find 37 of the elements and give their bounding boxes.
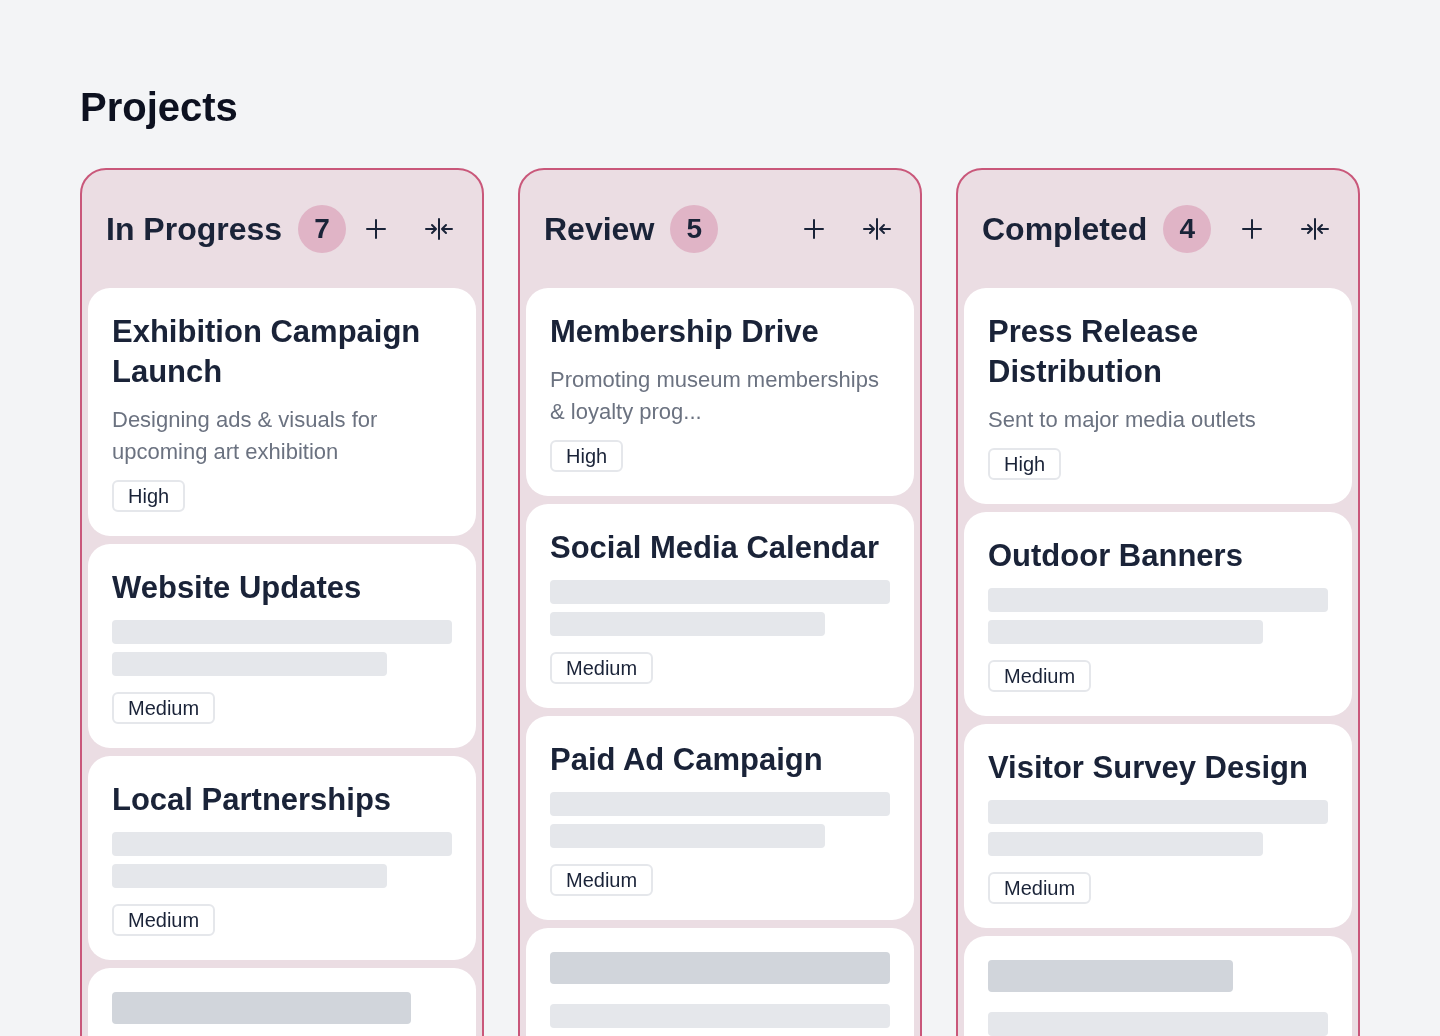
card-title: Exhibition Campaign Launch [112, 313, 422, 391]
task-card[interactable]: Paid Ad Campaign Medium [526, 716, 914, 920]
page-title: Projects [80, 84, 239, 131]
card-title: Paid Ad Campaign [550, 741, 823, 779]
task-card[interactable]: Press Release Distribution Sent to major media outlets High [964, 288, 1352, 504]
card-title: Social Media Calendar [550, 529, 880, 567]
priority-tag: High [112, 480, 186, 512]
task-card[interactable]: Local Partnerships Medium [88, 756, 476, 960]
card-title: Visitor Survey Design [988, 749, 1308, 787]
priority-tag: High [550, 440, 624, 472]
task-card[interactable]: Membership Drive Promoting museum memberships & loyalty prog... High [526, 288, 914, 496]
task-card[interactable]: Outdoor Banners Medium [964, 512, 1352, 716]
task-card[interactable]: Social Media Calendar Medium [526, 504, 914, 708]
column-title: Review [544, 210, 655, 248]
task-card[interactable]: Website Updates Medium [88, 544, 476, 748]
priority-tag: High [988, 448, 1062, 480]
column-title: Completed [982, 210, 1148, 248]
card-title: Membership Drive [550, 313, 819, 351]
count-badge: 7 [298, 205, 347, 253]
task-card[interactable]: Visitor Survey Design Medium [964, 724, 1352, 928]
priority-tag: Medium [550, 652, 654, 684]
task-card[interactable]: Exhibition Campaign Launch Designing ads & visuals for upcoming art exhibition High [88, 288, 476, 536]
card-title: Website Updates [112, 569, 362, 607]
card-title: Local Partnerships [112, 781, 392, 819]
priority-tag: Medium [988, 872, 1092, 904]
card-description: Sent to major media outlets [988, 406, 1256, 434]
count-badge: 4 [1163, 205, 1212, 253]
count-badge: 5 [670, 205, 719, 253]
card-description: Designing ads & visuals for upcoming art exhibition [112, 406, 379, 466]
priority-tag: Medium [988, 660, 1092, 692]
priority-tag: Medium [112, 692, 216, 724]
column-title: In Progress [106, 210, 283, 248]
priority-tag: Medium [550, 864, 654, 896]
card-title: Outdoor Banners [988, 537, 1243, 575]
priority-tag: Medium [112, 904, 216, 936]
card-description: Promoting museum memberships & loyalty prog... [550, 366, 880, 426]
card-title: Press Release Distribution [988, 313, 1200, 391]
